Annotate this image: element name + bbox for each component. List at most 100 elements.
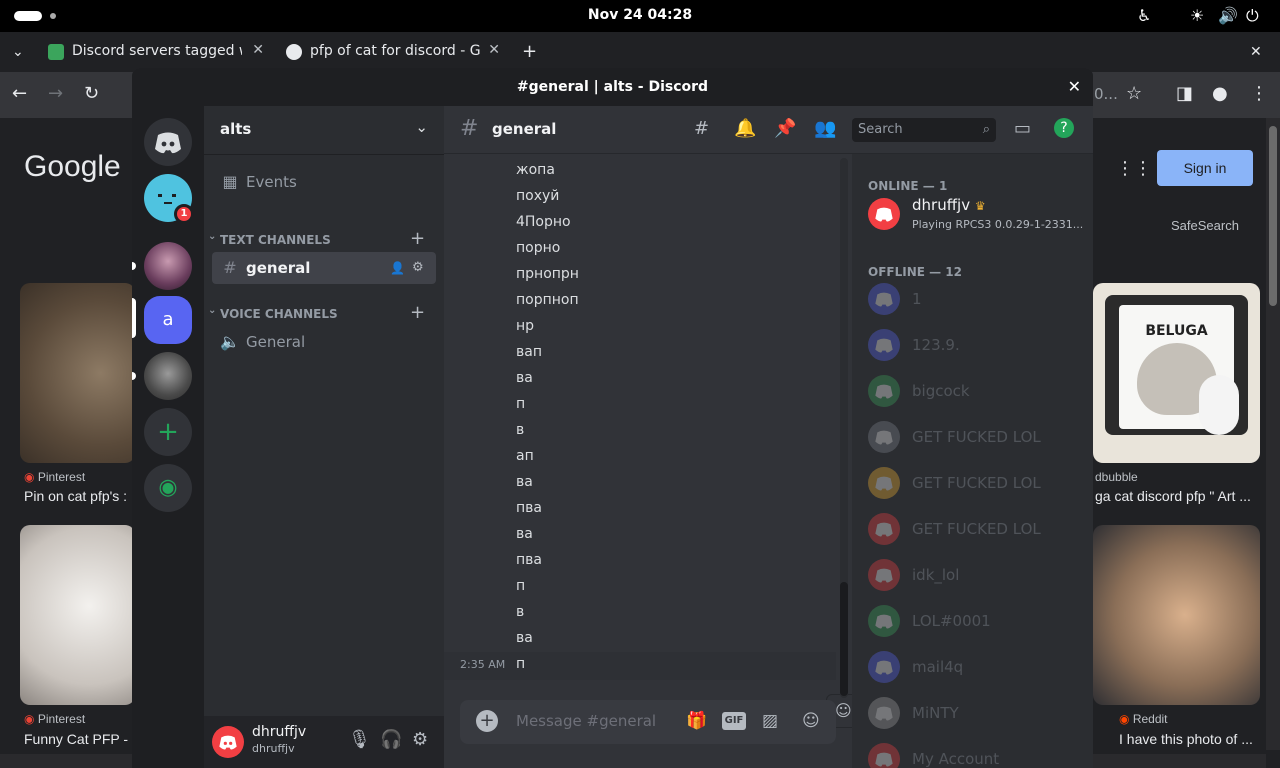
result-source: ◉ Reddit [1119, 712, 1168, 726]
bell-icon[interactable]: 🔔 [734, 118, 756, 140]
member-item-offline[interactable]: 123.9. [868, 325, 1078, 367]
emoji-icon[interactable]: ☺ [802, 710, 820, 732]
member-item-offline[interactable]: idk_lol [868, 555, 1078, 597]
forward-icon[interactable]: → [48, 84, 63, 104]
result-image-cat[interactable] [20, 525, 135, 705]
power-icon[interactable]: ⏻ [1246, 7, 1259, 25]
discord-home-icon[interactable] [144, 118, 192, 166]
member-item-offline[interactable]: 1 [868, 279, 1078, 321]
star-icon[interactable]: ☆ [1126, 84, 1142, 104]
member-item-offline[interactable]: GET FUCKED LOL [868, 417, 1078, 459]
back-icon[interactable]: ← [12, 84, 27, 104]
online-header: ONLINE — 1 [868, 179, 948, 193]
member-list: ONLINE — 1 dhruffjv ♛ Playing RPCS3 0.0.… [852, 154, 1093, 768]
server-icon-anime[interactable] [144, 242, 192, 290]
gif-button[interactable]: GIF [722, 712, 746, 730]
member-list-icon[interactable]: 👥 [814, 118, 836, 140]
message-text: в [516, 604, 525, 620]
server-icon-blue-face[interactable]: 1 [144, 174, 194, 224]
tab-close-icon[interactable]: ✕ [488, 42, 500, 58]
member-item-offline[interactable]: GET FUCKED LOL [868, 509, 1078, 551]
member-item-offline[interactable]: GET FUCKED LOL [868, 463, 1078, 505]
avatar [868, 283, 900, 315]
create-channel-icon[interactable]: + [410, 230, 425, 248]
safesearch-link[interactable]: SafeSearch [1171, 218, 1239, 233]
server-icon-alts[interactable]: a [144, 296, 192, 344]
result-image-beluga[interactable]: BELUGA [1093, 283, 1260, 463]
result-caption[interactable]: ga cat discord pfp " Art ... [1095, 488, 1260, 504]
volume-icon[interactable]: 🔊 [1218, 7, 1238, 25]
voice-channel-general[interactable]: 🔈 General [212, 326, 436, 358]
browser-tab-cat-pfp[interactable]: pfp of cat for discord - G ✕ [286, 38, 500, 68]
invite-icon[interactable]: 👤 [390, 252, 405, 284]
avatar [868, 421, 900, 453]
system-clock[interactable]: Nov 24 04:28 [0, 7, 1280, 23]
pin-icon[interactable]: 📌 [774, 118, 796, 140]
brightness-icon[interactable]: ☀ [1190, 7, 1204, 25]
message-text: п [516, 578, 526, 594]
chat-header: # general # 🔔 📌 👥 Search ⌕ ▭ ? [444, 106, 1093, 154]
result-caption[interactable]: Funny Cat PFP - I [24, 731, 132, 747]
add-reaction-icon[interactable]: ☺ [835, 701, 852, 721]
result-caption[interactable]: I have this photo of ... [1119, 731, 1260, 747]
gear-icon[interactable]: ⚙ [412, 252, 424, 284]
message-input[interactable]: Message #general [516, 712, 656, 730]
message-text: прнопрн [516, 266, 579, 282]
member-name: bigcock [912, 382, 970, 400]
member-item-offline[interactable]: MiNTY [868, 693, 1078, 735]
server-icon-gray[interactable] [144, 352, 192, 400]
omnibox-fragment[interactable]: 0... [1094, 84, 1118, 104]
chevron-down-icon[interactable]: ⌄ [415, 118, 428, 136]
sign-in-button[interactable]: Sign in [1157, 150, 1253, 186]
member-item-offline[interactable]: My Account [868, 739, 1078, 768]
close-icon[interactable]: ✕ [1068, 68, 1081, 106]
google-logo[interactable]: Google [24, 150, 121, 184]
threads-icon[interactable]: # [694, 118, 709, 140]
tab-title: pfp of cat for discord - G [310, 43, 480, 59]
window-close-button[interactable]: ✕ [1250, 42, 1262, 62]
message-text: ва [516, 526, 533, 542]
events-item[interactable]: ▦ Events [212, 166, 436, 198]
create-voice-channel-icon[interactable]: + [410, 304, 425, 322]
sidepanel-icon[interactable]: ◨ [1176, 84, 1193, 104]
search-input[interactable]: Search ⌕ [852, 118, 996, 142]
headphones-icon[interactable]: 🎧 [380, 730, 402, 750]
microphone-icon[interactable]: 🎙 [348, 730, 371, 750]
inbox-icon[interactable]: ▭ [1014, 118, 1031, 140]
settings-gear-icon[interactable]: ⚙ [412, 730, 428, 750]
browser-tab-discord-servers[interactable]: Discord servers tagged w ✕ [48, 38, 264, 68]
server-name[interactable]: alts [220, 120, 251, 138]
upload-plus-icon[interactable]: + [476, 710, 498, 732]
accessibility-icon[interactable]: ♿ [1137, 7, 1151, 25]
member-item-offline[interactable]: LOL#0001 [868, 601, 1078, 643]
member-activity: Playing RPCS3 0.0.29-1-2331... [912, 218, 1084, 231]
new-tab-button[interactable]: + [522, 42, 537, 62]
tab-close-icon[interactable]: ✕ [252, 42, 264, 58]
help-icon[interactable]: ? [1054, 118, 1074, 138]
message-text: в [516, 422, 525, 438]
reload-icon[interactable]: ↻ [84, 84, 99, 104]
member-item-online[interactable]: dhruffjv ♛ Playing RPCS3 0.0.29-1-2331..… [868, 194, 1083, 236]
page-scrollbar-vertical[interactable] [1266, 118, 1280, 750]
member-item-offline[interactable]: mail4q [868, 647, 1078, 689]
beluga-text: BELUGA [1145, 323, 1208, 339]
avatar [868, 329, 900, 361]
profile-icon[interactable]: ● [1212, 84, 1228, 104]
avatar[interactable] [212, 726, 244, 758]
chat-scrollbar[interactable] [840, 158, 848, 698]
result-image-cat[interactable] [20, 283, 135, 463]
sticker-icon[interactable]: ▨ [762, 710, 778, 732]
result-source: dbubble [1095, 470, 1138, 484]
result-source: ◉ Pinterest [24, 470, 86, 484]
add-server-icon[interactable]: + [144, 408, 192, 456]
result-image-cat[interactable] [1093, 525, 1260, 705]
member-item-offline[interactable]: bigcock [868, 371, 1078, 413]
explore-compass-icon[interactable]: ◉ [144, 464, 192, 512]
gift-icon[interactable]: 🎁 [686, 710, 707, 732]
tab-search-icon[interactable]: ⌄ [12, 42, 24, 62]
message-composer[interactable]: + Message #general 🎁 GIF ▨ ☺ [460, 700, 836, 744]
menu-icon[interactable]: ⋮ [1250, 84, 1268, 104]
result-caption[interactable]: Pin on cat pfp's : [24, 488, 132, 504]
tab-title: Discord servers tagged w [72, 43, 242, 59]
channel-general[interactable]: # general 👤 ⚙ [212, 252, 436, 284]
